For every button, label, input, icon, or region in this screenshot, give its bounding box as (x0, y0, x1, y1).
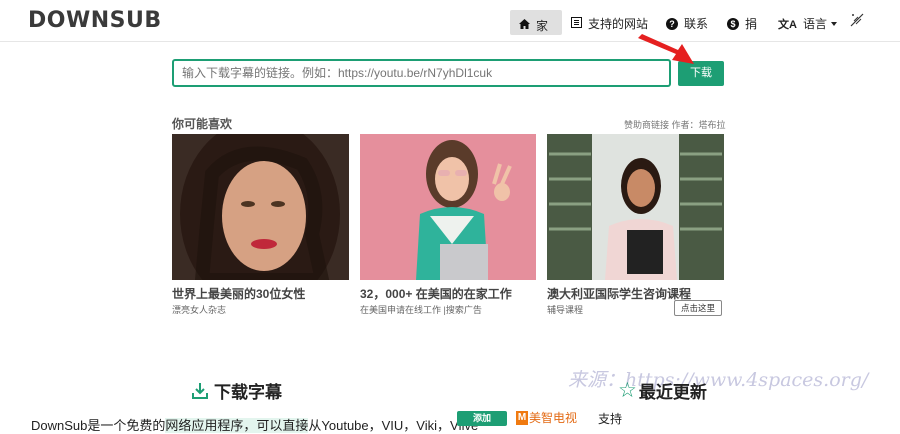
nav-home-label: 家 (536, 18, 549, 33)
chevron-down-icon (830, 21, 837, 26)
list-icon (571, 16, 582, 31)
recent-heading-text: 最近更新 (638, 383, 707, 402)
card-image-2[interactable] (360, 134, 536, 280)
mz-tv-logo[interactable]: M 美智电视 (516, 409, 577, 426)
support-text: 支持 (598, 412, 623, 426)
watermark: 来源：https://www.4spaces.org/ (568, 369, 869, 391)
recommend-title: 你可能喜欢 (172, 117, 233, 131)
logo[interactable]: DOWNSUB (28, 8, 162, 33)
download-subtitles-heading: 下载字幕 (190, 378, 282, 403)
red-arrow-icon (638, 34, 694, 64)
star-icon: ☆ (618, 379, 637, 402)
click-here-button[interactable]: 点击这里 (674, 300, 722, 316)
nav-contact[interactable]: ? 联系 (666, 10, 708, 32)
nav-language[interactable]: 文A 语言 (778, 10, 837, 32)
card-sub-3: 辅导课程 (547, 305, 584, 315)
nav-supported-sites[interactable]: 支持的网站 (571, 10, 648, 32)
home-icon (519, 18, 530, 32)
download-heading-text: 下载字幕 (214, 383, 282, 402)
theme-toggle-icon[interactable] (850, 10, 864, 27)
card-image-1[interactable] (172, 134, 349, 280)
nav-contact-label: 联系 (684, 17, 709, 31)
nav-donate[interactable]: $ 捐 (727, 10, 757, 32)
nav-donate-label: 捐 (745, 17, 758, 31)
search-input[interactable] (172, 59, 671, 87)
question-icon: ? (666, 17, 678, 30)
dollar-icon: $ (727, 17, 739, 30)
card-title-2[interactable]: 32，000+ 在美国的在家工作 (360, 285, 512, 302)
mz-brand-text: 美智电视 (529, 411, 578, 425)
translate-icon: 文A (778, 18, 797, 31)
nav-language-label: 语言 (802, 17, 827, 31)
nav-home[interactable]: 家 (510, 10, 562, 35)
card-sub-1: 漂亮女人杂志 (172, 305, 227, 315)
download-icon (192, 382, 208, 399)
card-image-3[interactable] (547, 134, 724, 280)
card-sub-2: 在美国申请在线工作 |搜索广告 (360, 305, 482, 315)
recent-updates-heading: ☆ 最近更新 (618, 378, 707, 403)
intro-text: DownSub是一个免费的网络应用程序，可以直接从Youtube，VIU，Vik… (31, 418, 479, 433)
top-navbar: DOWNSUB 家 支持的网站 ? 联系 $ 捐 文A 语言 (0, 0, 900, 42)
card-title-3[interactable]: 澳大利亚国际学生咨询课程 (547, 285, 691, 302)
mz-logo-icon: M (516, 410, 528, 425)
sponsor-credit[interactable]: 赞助商链接 作者：塔布拉 (624, 118, 726, 131)
add-button[interactable]: 添加 (457, 411, 507, 426)
nav-sites-label: 支持的网站 (588, 17, 649, 31)
card-title-1[interactable]: 世界上最美丽的30位女性 (172, 285, 305, 302)
